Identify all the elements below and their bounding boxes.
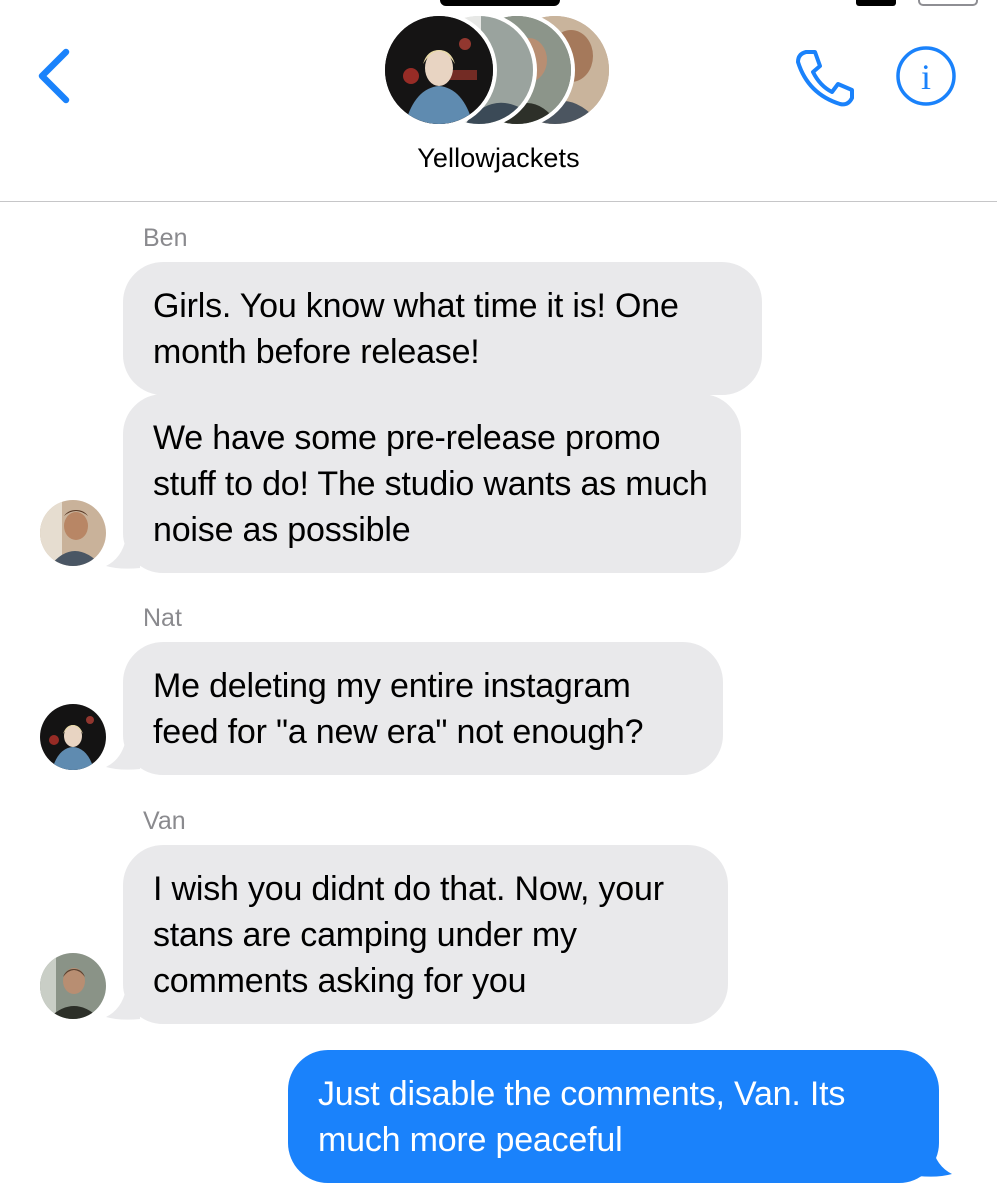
sender-name-van: Van <box>143 807 186 835</box>
back-button[interactable] <box>30 44 80 104</box>
status-bar-battery-percent-fragment <box>856 0 896 6</box>
message-bubble-incoming[interactable]: Girls. You know what time it is! One mon… <box>123 262 762 395</box>
svg-text:i: i <box>921 57 931 97</box>
phone-icon <box>796 50 854 107</box>
message-bubble-incoming[interactable]: We have some pre-release promo stuff to … <box>123 394 741 573</box>
bubble-tail <box>106 739 140 770</box>
bubble-tail <box>918 1146 952 1177</box>
message-thread[interactable]: Ben Girls. You know what time it is! One… <box>0 203 997 1200</box>
message-bubble-outgoing[interactable]: Just disable the comments, Van. Its much… <box>288 1050 939 1183</box>
status-bar-time-fragment <box>440 0 560 6</box>
bubble-tail <box>106 989 140 1020</box>
avatar-van[interactable] <box>40 953 106 1019</box>
info-icon: i <box>896 46 956 106</box>
chevron-left-icon <box>38 48 70 104</box>
call-button[interactable] <box>790 44 860 108</box>
avatar-member-1 <box>381 12 497 128</box>
sender-name-ben: Ben <box>143 224 188 252</box>
message-bubble-incoming[interactable]: Me deleting my entire instagram feed for… <box>123 642 723 775</box>
sender-name-nat: Nat <box>143 604 182 632</box>
message-bubble-incoming[interactable]: I wish you didnt do that. Now, your stan… <box>123 845 728 1024</box>
avatar-nat[interactable] <box>40 704 106 770</box>
battery-icon <box>918 0 978 6</box>
info-button[interactable]: i <box>894 44 958 108</box>
bubble-tail <box>106 538 140 569</box>
group-avatar-stack[interactable] <box>381 12 621 128</box>
avatar-ben[interactable] <box>40 500 106 566</box>
conversation-header: Yellowjackets i <box>0 0 997 202</box>
group-title[interactable]: Yellowjackets <box>0 143 997 174</box>
